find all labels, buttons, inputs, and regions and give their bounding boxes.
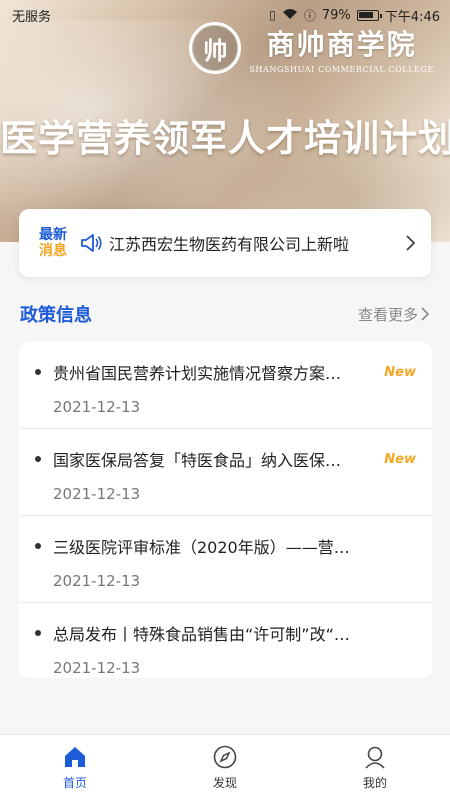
policy-title: 国家医保局答复「特医食品」纳入医保… bbox=[53, 451, 342, 470]
list-item[interactable]: 三级医院评审标准（2020年版）——营养治… 2021-12-13 bbox=[19, 516, 432, 603]
tab-label: 首页 bbox=[62, 776, 87, 790]
policy-section-title: 政策信息 bbox=[20, 305, 92, 326]
list-item[interactable]: 国家医保局答复「特医食品」纳入医保… New 2021-12-13 bbox=[19, 429, 432, 516]
bullet-icon bbox=[35, 369, 41, 375]
latest-news-card[interactable]: 最新 消息 江苏西宏生物医药有限公司上新啦 bbox=[19, 209, 431, 277]
bullet-icon bbox=[35, 456, 41, 462]
tab-label: 发现 bbox=[212, 776, 237, 790]
compass-icon bbox=[213, 745, 237, 769]
chevron-right-icon bbox=[406, 235, 416, 251]
list-item[interactable]: 总局发布丨特殊食品销售由“许可制”改“… 2021-12-13 bbox=[19, 603, 432, 678]
bottom-tab-bar: 首页 发现 我的 bbox=[0, 734, 450, 800]
tab-discover[interactable]: 发现 bbox=[180, 744, 270, 791]
policy-list: 贵州省国民营养计划实施情况督察方案… New 2021-12-13 国家医保局答… bbox=[19, 342, 432, 678]
policy-title: 总局发布丨特殊食品销售由“许可制”改“… bbox=[53, 625, 350, 644]
policy-date: 2021-12-13 bbox=[53, 572, 141, 590]
policy-date: 2021-12-13 bbox=[53, 485, 141, 503]
policy-date: 2021-12-13 bbox=[53, 659, 141, 677]
view-more-link[interactable]: 查看更多 bbox=[358, 304, 430, 325]
chevron-right-icon bbox=[421, 307, 430, 321]
carrier-label: 无服务 bbox=[12, 9, 52, 25]
tab-label: 我的 bbox=[362, 776, 387, 790]
logo-name-en: SHANGSHUAI COMMERCIAL COLLEGE bbox=[249, 64, 434, 74]
megaphone-icon bbox=[81, 234, 102, 252]
user-icon bbox=[365, 746, 385, 769]
list-item[interactable]: 贵州省国民营养计划实施情况督察方案… New 2021-12-13 bbox=[19, 342, 432, 429]
logo-name: 商帅商学院 bbox=[266, 27, 417, 61]
battery-percent: 79% bbox=[321, 7, 351, 23]
new-badge: New bbox=[384, 364, 416, 380]
wifi-icon bbox=[282, 8, 298, 23]
new-badge: New bbox=[384, 451, 416, 467]
home-icon bbox=[65, 747, 85, 767]
seal-icon: 帅 bbox=[189, 22, 242, 74]
header-banner: 无服务 ▯ ⓘ 79% 下午4:46 帅 商帅商学院 SHANGSHUAI CO… bbox=[0, 0, 450, 242]
vibrate-icon: ▯ bbox=[269, 8, 276, 22]
latest-news-text: 江苏西宏生物医药有限公司上新啦 bbox=[109, 235, 350, 254]
bullet-icon bbox=[35, 543, 41, 549]
alert-icon: ⓘ bbox=[303, 8, 316, 23]
college-logo: 帅 商帅商学院 SHANGSHUAI COMMERCIAL COLLEGE bbox=[189, 22, 434, 74]
policy-title: 贵州省国民营养计划实施情况督察方案… bbox=[53, 364, 342, 383]
battery-icon bbox=[356, 9, 382, 21]
tab-mine[interactable]: 我的 bbox=[330, 744, 420, 791]
latest-news-badge: 最新 消息 bbox=[39, 227, 67, 259]
bullet-icon bbox=[35, 630, 41, 636]
view-more-label: 查看更多 bbox=[357, 305, 418, 324]
tab-home[interactable]: 首页 bbox=[30, 744, 120, 791]
logo-text: 商帅商学院 SHANGSHUAI COMMERCIAL COLLEGE bbox=[249, 23, 434, 74]
policy-date: 2021-12-13 bbox=[53, 398, 141, 416]
banner-title: 医学营养领军人才培训计划 bbox=[0, 116, 450, 160]
policy-title: 三级医院评审标准（2020年版）——营养治… bbox=[53, 538, 365, 557]
policy-section-header: 政策信息 查看更多 bbox=[20, 300, 430, 328]
